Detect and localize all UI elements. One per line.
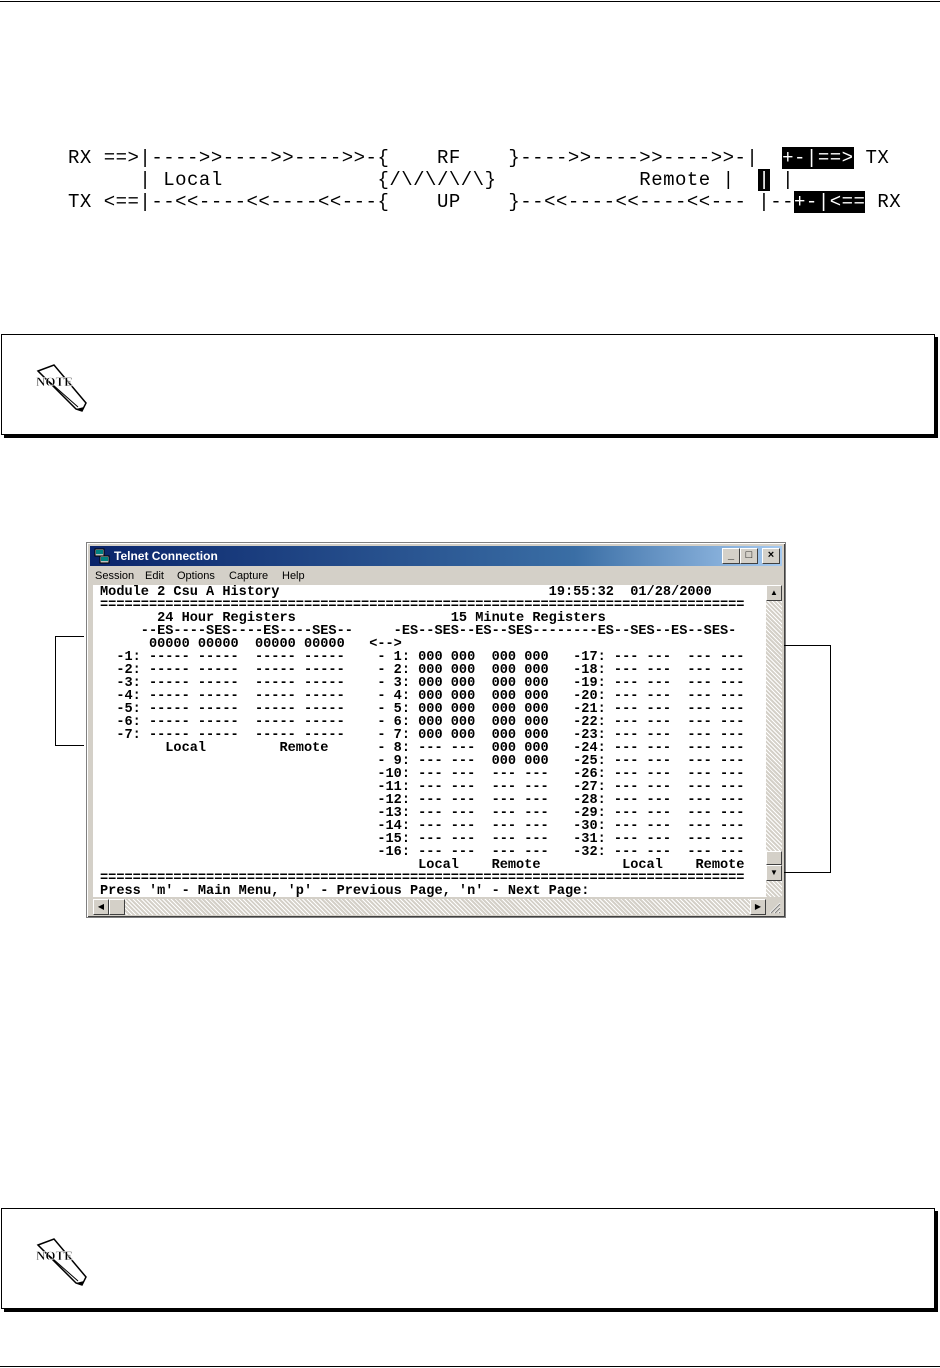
scroll-thumb[interactable] (766, 851, 782, 865)
horizontal-scrollbar[interactable]: ◀ ▶ (93, 899, 766, 915)
footer-rule (0, 1366, 940, 1367)
menu-session[interactable]: Session (95, 570, 134, 582)
note-box-1: NOTE (1, 334, 935, 435)
scroll-down-arrow-icon[interactable]: ▼ (766, 865, 782, 881)
note-icon: NOTE (36, 364, 87, 412)
loopback-box-mid: | (758, 169, 771, 191)
note-box-2: NOTE (1, 1208, 935, 1309)
diagram-line-3: TX <==|--<<----<<----<<---{ UP }--<<----… (68, 191, 902, 213)
loopback-diagram: RX ==>|---->>---->>---->>-{ RF }---->>--… (68, 147, 901, 218)
scroll-up-arrow-icon[interactable]: ▲ (766, 585, 782, 601)
scroll-right-arrow-icon[interactable]: ▶ (750, 899, 766, 915)
note-icon-label: NOTE (36, 374, 73, 389)
vertical-scrollbar[interactable]: ▲ ▼ (766, 585, 782, 897)
terminal-screen[interactable]: Module 2 Csu A History 19:55:32 01/28/20… (93, 585, 766, 897)
left-bracket-callout (55, 636, 84, 746)
telnet-app-icon (94, 548, 110, 564)
telnet-window: Telnet Connection _ □ × Session Edit Opt… (86, 542, 786, 918)
window-title: Telnet Connection (114, 549, 218, 563)
note-icon: NOTE (36, 1238, 87, 1286)
menu-options[interactable]: Options (177, 570, 215, 582)
note-icon-label: NOTE (36, 1248, 73, 1263)
close-button[interactable]: × (762, 548, 780, 564)
maximize-button[interactable]: □ (740, 548, 758, 564)
terminal-prompt: Press 'm' - Main Menu, 'p' - Previous Pa… (100, 884, 590, 897)
title-bar[interactable]: Telnet Connection _ □ × (90, 546, 782, 566)
horizontal-scroll-thumb[interactable] (109, 899, 125, 915)
diagram-line-2: | Local {/\/\/\/\} Remote | | | (68, 169, 795, 191)
diagram-line-1: RX ==>|---->>---->>---->>-{ RF }---->>--… (68, 147, 890, 169)
menu-help[interactable]: Help (282, 570, 305, 582)
scroll-left-arrow-icon[interactable]: ◀ (93, 899, 109, 915)
menu-edit[interactable]: Edit (145, 570, 164, 582)
loopback-box-bottom: +-|<== (794, 191, 866, 213)
minimize-button[interactable]: _ (722, 548, 740, 564)
header-rule (0, 1, 940, 2)
menu-capture[interactable]: Capture (229, 570, 268, 582)
right-bracket-callout (784, 645, 831, 873)
loopback-box-top: +-|==> (782, 147, 854, 169)
resize-grip-icon[interactable] (767, 900, 781, 914)
